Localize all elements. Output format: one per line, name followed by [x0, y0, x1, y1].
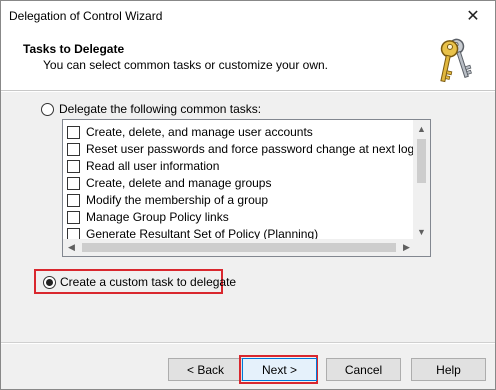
- task-checkbox[interactable]: [67, 126, 80, 139]
- horizontal-scrollbar[interactable]: ◀ ▶: [63, 239, 415, 256]
- vertical-scrollbar[interactable]: ▲ ▼: [413, 120, 430, 240]
- task-list-viewport: Create, delete, and manage user accounts…: [63, 120, 415, 240]
- task-checkbox[interactable]: [67, 177, 80, 190]
- page-subtitle: You can select common tasks or customize…: [43, 58, 329, 72]
- task-checkbox[interactable]: [67, 194, 80, 207]
- footer-divider-highlight: [1, 343, 495, 344]
- task-label: Create, delete, and manage user accounts: [86, 125, 313, 139]
- custom-task-option[interactable]: Create a custom task to delegate: [34, 269, 236, 294]
- cancel-button[interactable]: Cancel: [326, 358, 401, 381]
- task-label: Reset user passwords and force password …: [86, 142, 415, 156]
- task-label: Manage Group Policy links: [86, 210, 229, 224]
- vertical-scroll-thumb[interactable]: [417, 139, 426, 183]
- common-tasks-label: Delegate the following common tasks:: [59, 102, 262, 116]
- custom-task-radio[interactable]: [43, 276, 56, 289]
- scroll-down-icon[interactable]: ▼: [413, 223, 430, 240]
- keys-icon: [440, 38, 472, 83]
- window-title: Delegation of Control Wizard: [9, 9, 163, 23]
- task-label: Read all user information: [86, 159, 220, 173]
- task-checkbox[interactable]: [67, 160, 80, 173]
- title-bar: Delegation of Control Wizard ✕: [1, 1, 495, 31]
- task-label: Modify the membership of a group: [86, 193, 269, 207]
- scroll-left-icon[interactable]: ◀: [63, 239, 80, 256]
- back-button[interactable]: < Back: [168, 358, 243, 381]
- wizard-window: Delegation of Control Wizard ✕ Tasks to …: [0, 0, 496, 390]
- common-tasks-list[interactable]: Create, delete, and manage user accounts…: [62, 119, 431, 257]
- close-icon[interactable]: ✕: [451, 1, 495, 31]
- task-checkbox[interactable]: [67, 143, 80, 156]
- next-button[interactable]: Next >: [242, 358, 317, 381]
- task-checkbox[interactable]: [67, 211, 80, 224]
- scroll-corner: [413, 239, 430, 256]
- help-button[interactable]: Help: [411, 358, 486, 381]
- horizontal-scroll-thumb[interactable]: [82, 243, 396, 252]
- scroll-up-icon[interactable]: ▲: [413, 120, 430, 137]
- common-tasks-radio[interactable]: [41, 103, 54, 116]
- custom-task-label: Create a custom task to delegate: [60, 275, 237, 289]
- header-divider: [1, 91, 495, 92]
- wizard-header: Tasks to Delegate You can select common …: [1, 31, 495, 91]
- page-title: Tasks to Delegate: [23, 42, 125, 56]
- task-label: Create, delete and manage groups: [86, 176, 272, 190]
